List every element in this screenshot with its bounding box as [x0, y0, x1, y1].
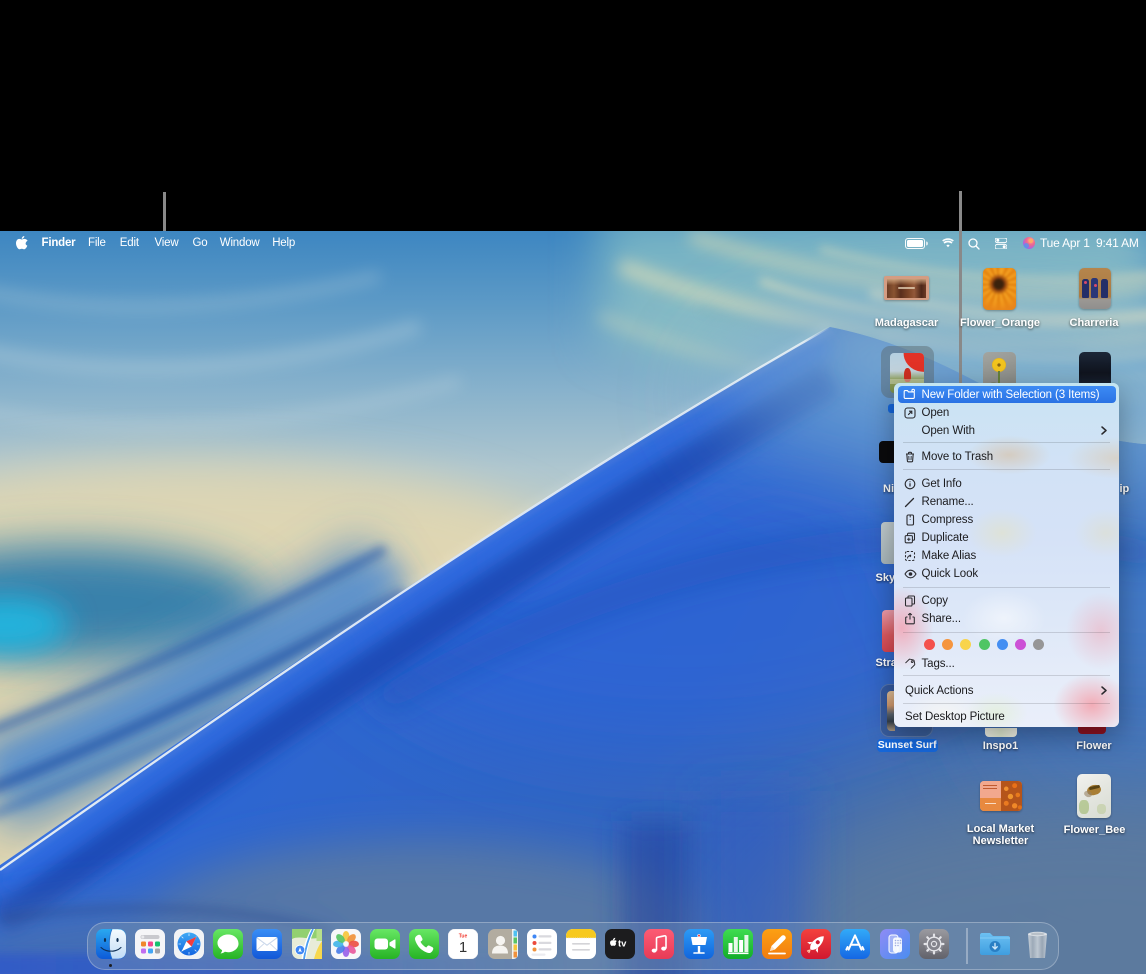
svg-text:1: 1 — [459, 939, 467, 956]
svg-text:tv: tv — [618, 939, 627, 950]
